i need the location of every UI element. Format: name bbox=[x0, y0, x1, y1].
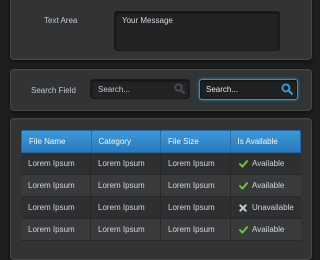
search-field-label: Search Field bbox=[31, 86, 76, 95]
category-cell: Lorem Ipsum bbox=[91, 197, 161, 218]
files-table: File Name Category File Size Is Availabl… bbox=[21, 130, 301, 241]
status-label: Available bbox=[252, 225, 285, 234]
search-icon[interactable] bbox=[281, 83, 293, 97]
status-label: Unavailable bbox=[252, 203, 294, 212]
file-size-cell: Lorem Ipsum bbox=[161, 219, 231, 240]
status-cell: Unavailable bbox=[231, 197, 301, 218]
search-placeholder: Search... bbox=[98, 85, 131, 94]
column-header-category[interactable]: Category bbox=[92, 131, 161, 152]
table-row[interactable]: Lorem Ipsum Lorem Ipsum Lorem Ipsum Avai… bbox=[21, 219, 301, 241]
cross-icon bbox=[238, 203, 248, 212]
message-textarea[interactable]: Your Message bbox=[114, 11, 280, 51]
status-label: Available bbox=[252, 181, 285, 190]
table-row[interactable]: Lorem Ipsum Lorem Ipsum Lorem Ipsum Avai… bbox=[21, 175, 301, 197]
file-size-cell: Lorem Ipsum bbox=[161, 197, 231, 218]
file-name-cell: Lorem Ipsum bbox=[21, 219, 91, 240]
textarea-value: Your Message bbox=[122, 16, 173, 25]
category-cell: Lorem Ipsum bbox=[91, 153, 161, 174]
file-name-cell: Lorem Ipsum bbox=[21, 153, 91, 174]
textarea-label: Text Area bbox=[44, 16, 78, 25]
search-panel: Search Field Search... Search... bbox=[10, 69, 312, 111]
form-panel: Text Area Your Message bbox=[10, 0, 312, 60]
search-input-focused[interactable]: Search... bbox=[199, 79, 298, 100]
column-header-is-available[interactable]: Is Available bbox=[231, 131, 301, 152]
search-placeholder: Search... bbox=[206, 85, 239, 94]
status-cell: Available bbox=[231, 219, 301, 240]
table-header: File Name Category File Size Is Availabl… bbox=[21, 130, 301, 153]
check-icon bbox=[238, 159, 248, 168]
file-size-cell: Lorem Ipsum bbox=[161, 175, 231, 196]
status-cell: Available bbox=[231, 175, 301, 196]
category-cell: Lorem Ipsum bbox=[91, 175, 161, 196]
search-icon[interactable] bbox=[174, 83, 185, 96]
column-header-file-name[interactable]: File Name bbox=[22, 131, 92, 152]
status-cell: Available bbox=[231, 153, 301, 174]
file-size-cell: Lorem Ipsum bbox=[161, 153, 231, 174]
table-row[interactable]: Lorem Ipsum Lorem Ipsum Lorem Ipsum Unav… bbox=[21, 197, 301, 219]
check-icon bbox=[238, 225, 248, 234]
column-header-file-size[interactable]: File Size bbox=[161, 131, 231, 152]
file-name-cell: Lorem Ipsum bbox=[21, 197, 91, 218]
file-name-cell: Lorem Ipsum bbox=[21, 175, 91, 196]
status-label: Available bbox=[252, 159, 285, 168]
category-cell: Lorem Ipsum bbox=[91, 219, 161, 240]
search-input[interactable]: Search... bbox=[90, 79, 190, 99]
table-row[interactable]: Lorem Ipsum Lorem Ipsum Lorem Ipsum Avai… bbox=[21, 153, 301, 175]
check-icon bbox=[238, 181, 248, 190]
table-panel: File Name Category File Size Is Availabl… bbox=[10, 118, 312, 260]
